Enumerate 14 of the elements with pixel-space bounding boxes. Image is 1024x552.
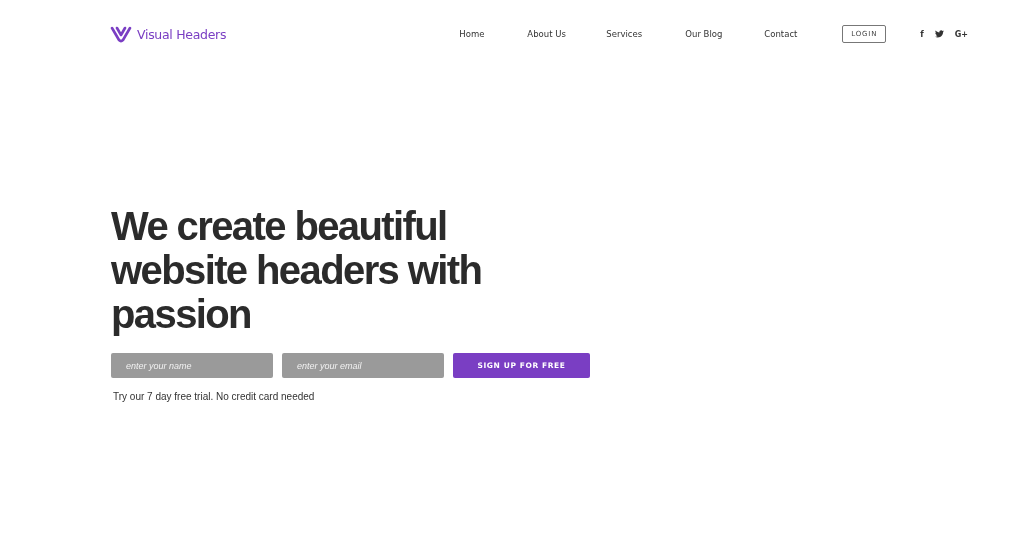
bird-icon[interactable] <box>934 30 944 38</box>
nav-link[interactable]: Contact <box>764 29 844 39</box>
input-field[interactable]: enter your email <box>282 353 444 378</box>
trial-note: Try our 7 day free trial. No credit card needed <box>113 391 316 402</box>
logo-icon <box>110 25 132 43</box>
brand-name[interactable]: Visual Headers <box>137 26 227 42</box>
nav-link[interactable]: About Us <box>527 29 607 39</box>
nav-link[interactable]: Our Blog <box>685 29 765 39</box>
social-link[interactable]: G+ <box>954 29 968 39</box>
hero-heading: We create beautiful website headers with passion <box>111 204 483 336</box>
nav-link[interactable]: Home <box>459 29 528 39</box>
social-link[interactable]: f <box>920 29 924 39</box>
nav-link[interactable]: Services <box>606 29 686 39</box>
input-field[interactable]: enter your name <box>111 353 273 378</box>
